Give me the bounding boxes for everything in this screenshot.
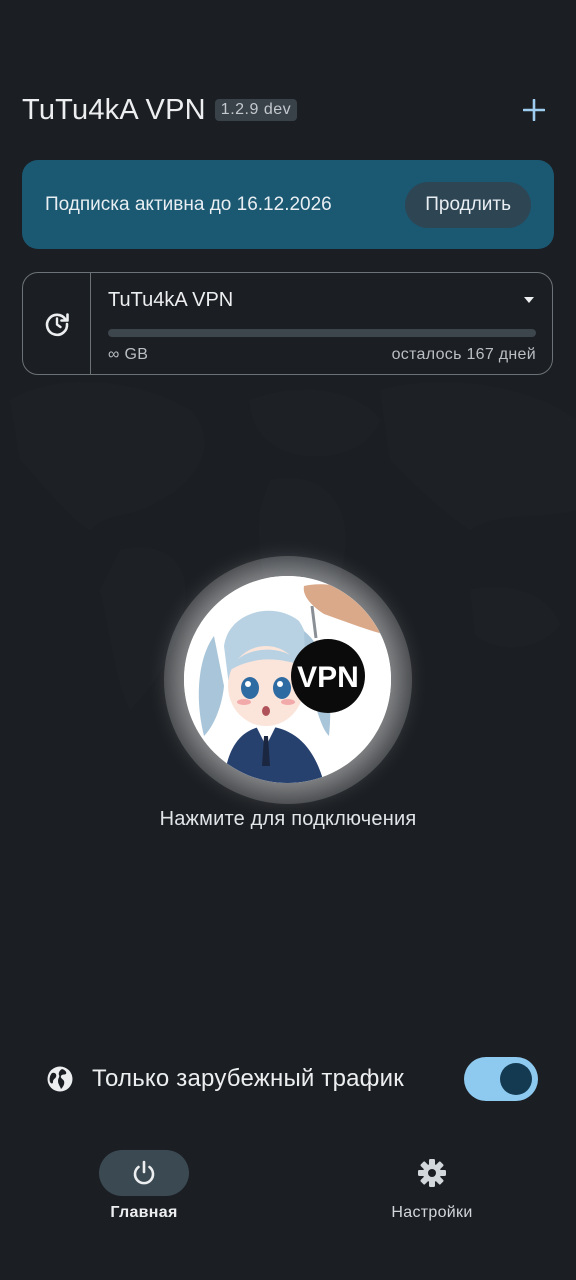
globe-icon: [47, 1066, 73, 1092]
nav-item-settings[interactable]: Настройки: [288, 1150, 576, 1240]
power-icon: [133, 1160, 155, 1185]
foreign-traffic-label: Только зарубежный трафик: [92, 1065, 404, 1092]
app-title: TuTu4kA VPN: [22, 93, 206, 126]
gear-icon: [418, 1159, 446, 1187]
refresh-profile-button[interactable]: [23, 273, 91, 374]
nav-item-home[interactable]: Главная: [0, 1150, 288, 1240]
nav-label-home: Главная: [110, 1204, 178, 1221]
main-screen: TuTu4kA VPN 1.2.9 dev Подписка активна д…: [0, 0, 576, 1280]
app-header: TuTu4kA VPN 1.2.9 dev: [22, 86, 554, 134]
traffic-progress-bar: [108, 329, 536, 337]
version-badge: 1.2.9 dev: [214, 99, 298, 121]
bottom-navigation: Главная Настройки: [0, 1150, 576, 1240]
connect-hint: Нажмите для подключения: [159, 808, 417, 830]
mascot-vpn-logo: VPN: [184, 576, 391, 783]
toggle-knob: [500, 1063, 532, 1095]
refresh-clock-icon: [45, 312, 69, 336]
foreign-traffic-toggle[interactable]: [464, 1057, 538, 1101]
nav-label-settings: Настройки: [391, 1204, 473, 1221]
profile-details: TuTu4kA VPN ∞ GB осталось 167 дней: [91, 273, 552, 374]
profile-dropdown-button[interactable]: [522, 293, 536, 307]
profile-name: TuTu4kA VPN: [108, 288, 234, 311]
vpn-badge-text: VPN: [297, 661, 359, 694]
subscription-status: Подписка активна до 16.12.2026: [45, 193, 332, 215]
plus-icon: [523, 99, 545, 121]
add-profile-button[interactable]: [514, 90, 554, 130]
profile-card[interactable]: TuTu4kA VPN ∞ GB осталось 167 дней: [22, 272, 553, 375]
subscription-banner: Подписка активна до 16.12.2026 Продлить: [22, 160, 554, 249]
renew-button[interactable]: Продлить: [405, 181, 531, 228]
foreign-traffic-row[interactable]: Только зарубежный трафик: [46, 1054, 538, 1104]
caret-down-icon: [524, 297, 534, 303]
connect-button[interactable]: VPN: [184, 576, 391, 783]
days-remaining: осталось 167 дней: [391, 346, 536, 363]
traffic-amount: ∞ GB: [108, 346, 149, 363]
